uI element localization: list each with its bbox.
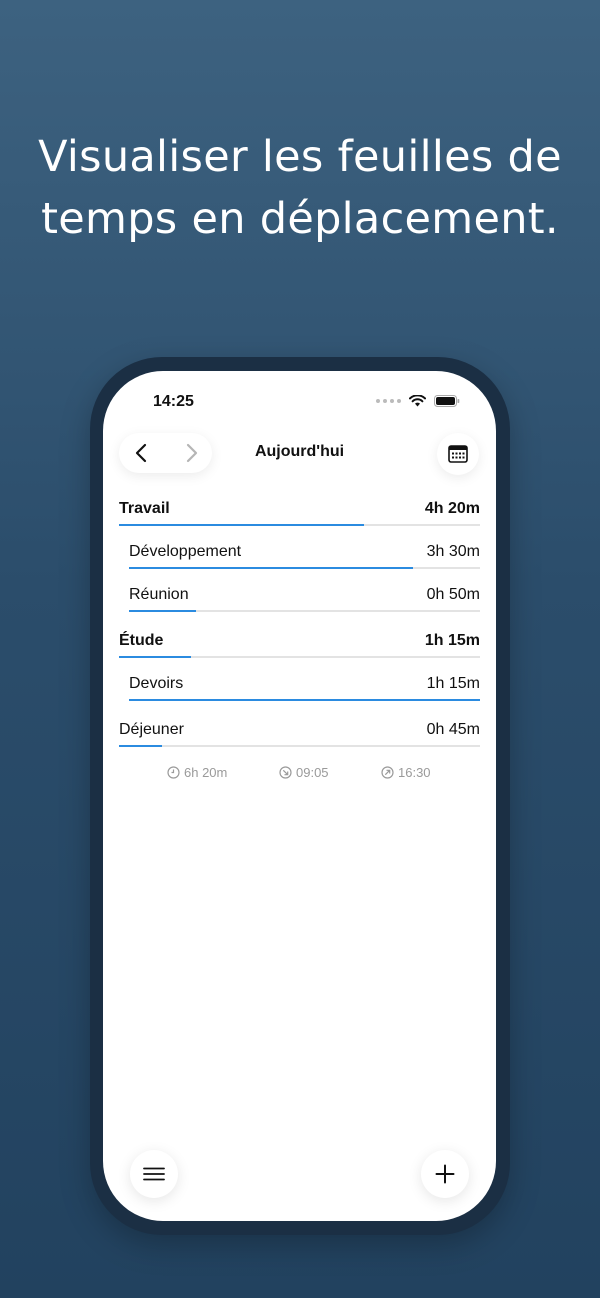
calendar-button[interactable] xyxy=(437,433,479,475)
start-time-value: 09:05 xyxy=(296,765,329,780)
row-label: Devoirs xyxy=(129,675,184,692)
add-entry-button[interactable] xyxy=(421,1150,469,1198)
progress-track xyxy=(129,610,480,612)
progress-track xyxy=(129,699,480,701)
row-label: Travail xyxy=(119,500,170,517)
progress-fill xyxy=(129,699,480,701)
progress-fill xyxy=(119,745,163,747)
status-icons xyxy=(376,395,460,407)
progress-fill xyxy=(119,524,365,526)
row-duration: 0h 45m xyxy=(426,721,480,738)
row-duration: 3h 30m xyxy=(426,543,480,560)
timesheet-row[interactable]: Développement 3h 30m xyxy=(129,543,480,573)
plus-icon xyxy=(435,1164,455,1184)
row-duration: 1h 15m xyxy=(426,675,480,692)
signal-dots-icon xyxy=(376,399,401,403)
row-label: Réunion xyxy=(129,586,189,603)
clock-out-icon xyxy=(381,766,394,779)
headline-line-2: temps en déplacement. xyxy=(41,194,559,244)
headline-line-1: Visualiser les feuilles de xyxy=(38,132,562,182)
progress-track xyxy=(119,656,480,658)
total-duration: 6h 20m xyxy=(167,765,227,780)
battery-icon xyxy=(434,395,460,407)
headline: Visualiser les feuilles de temps en dépl… xyxy=(0,126,600,250)
row-label: Développement xyxy=(129,543,242,560)
progress-fill xyxy=(129,567,414,569)
timesheet-row[interactable]: Travail 4h 20m xyxy=(119,500,480,530)
progress-track xyxy=(119,524,480,526)
end-time-value: 16:30 xyxy=(398,765,431,780)
total-duration-value: 6h 20m xyxy=(184,765,228,780)
row-label: Étude xyxy=(119,632,164,649)
progress-fill xyxy=(129,610,196,612)
row-duration: 0h 50m xyxy=(426,586,480,603)
calendar-icon xyxy=(448,445,468,463)
timesheet-row[interactable]: Étude 1h 15m xyxy=(119,632,480,662)
start-time: 09:05 xyxy=(279,765,329,780)
progress-fill xyxy=(119,656,192,658)
row-duration: 4h 20m xyxy=(424,500,480,517)
row-label: Déjeuner xyxy=(119,721,184,738)
clock-in-icon xyxy=(279,766,292,779)
day-summary: 6h 20m 09:05 16:30 xyxy=(103,765,496,781)
timesheet-row[interactable]: Réunion 0h 50m xyxy=(129,586,480,616)
row-duration: 1h 15m xyxy=(424,632,480,649)
status-time: 14:25 xyxy=(153,393,194,410)
app-screen: 14:25 Aujourd'hui Travail 4h 20m Dévelop… xyxy=(103,371,496,1221)
menu-button[interactable] xyxy=(130,1150,178,1198)
progress-track xyxy=(119,745,480,747)
wifi-icon xyxy=(409,395,426,407)
end-time: 16:30 xyxy=(381,765,431,780)
clock-icon xyxy=(167,766,180,779)
menu-icon xyxy=(143,1167,165,1181)
timesheet-row[interactable]: Déjeuner 0h 45m xyxy=(119,721,480,751)
timesheet-row[interactable]: Devoirs 1h 15m xyxy=(129,675,480,705)
progress-track xyxy=(129,567,480,569)
